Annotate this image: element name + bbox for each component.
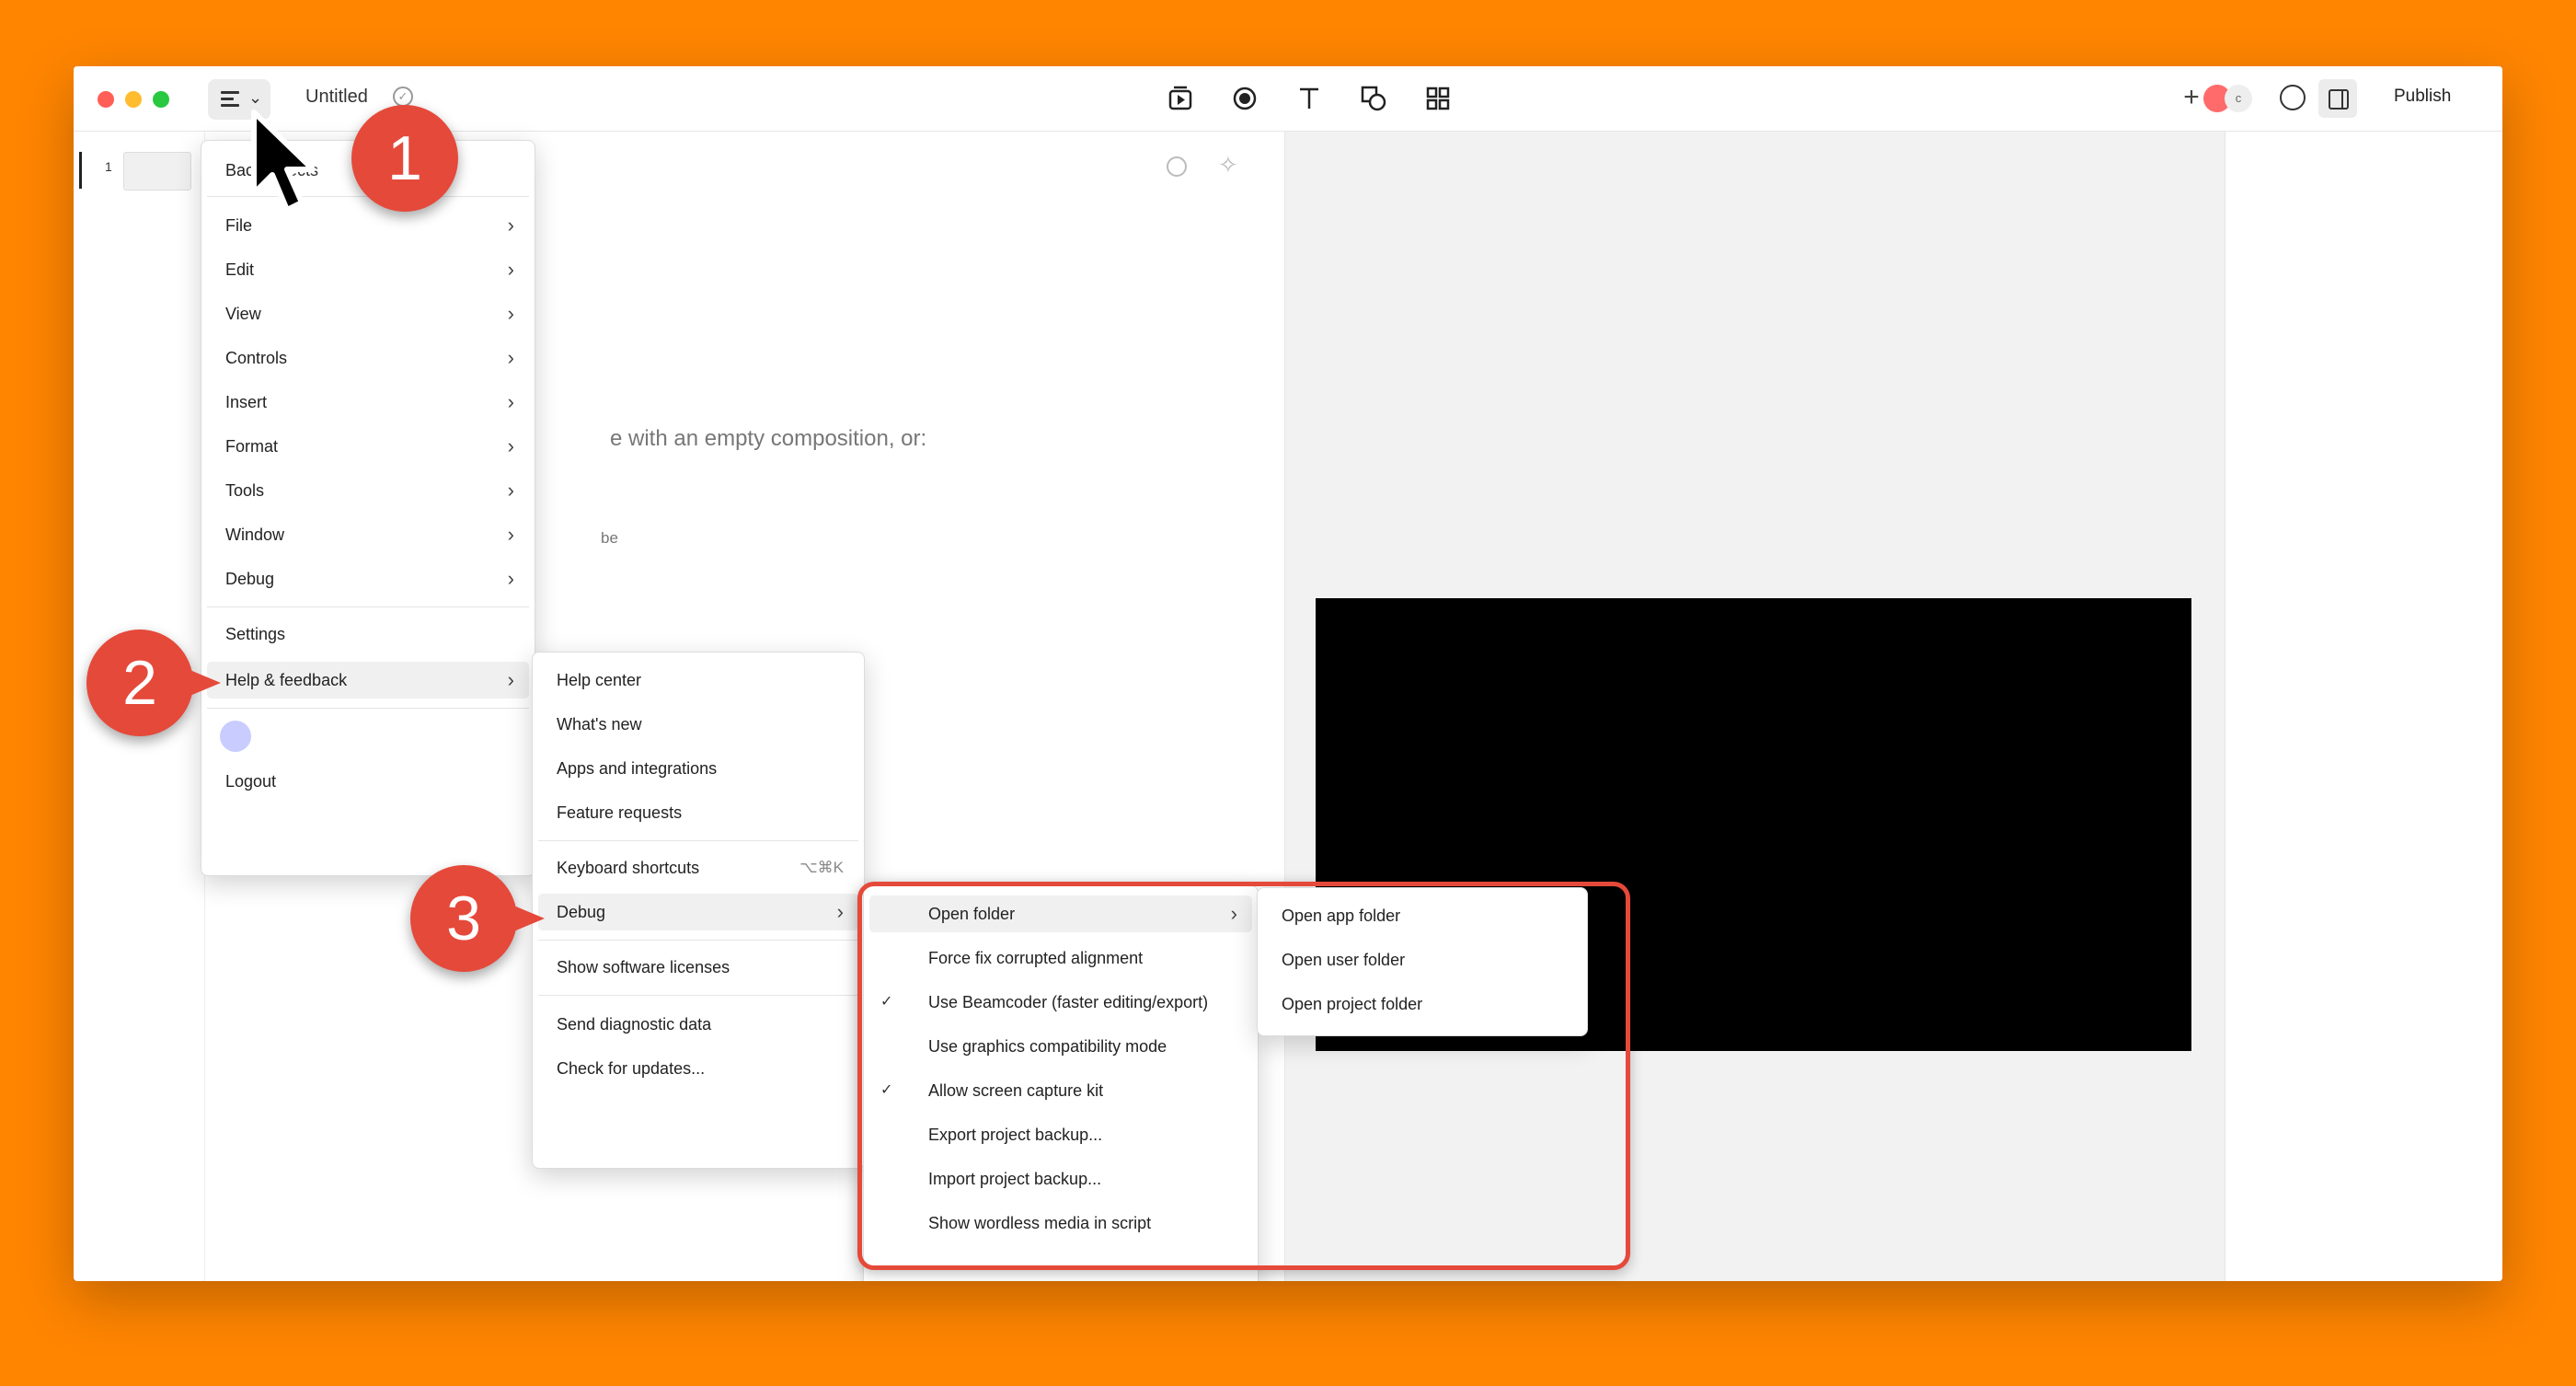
- menu-item-apps-integrations[interactable]: Apps and integrations: [538, 750, 858, 787]
- search-icon[interactable]: [1167, 156, 1187, 177]
- chevron-right-icon: ›: [507, 479, 514, 502]
- menu-item-format[interactable]: Format ›: [207, 428, 529, 465]
- sidebar-toggle-button[interactable]: [2318, 79, 2357, 118]
- step-badge-3: 3: [410, 865, 545, 972]
- main-menu: Backects File› Edit› View› Controls› Ins…: [201, 140, 535, 876]
- chevron-right-icon: ›: [507, 434, 514, 457]
- grid-tool-icon[interactable]: [1422, 83, 1454, 114]
- chevron-right-icon: ›: [507, 214, 514, 237]
- chevron-down-icon: ⌄: [248, 88, 263, 107]
- menu-item-tools[interactable]: Tools ›: [207, 472, 529, 509]
- step-badge-1: 1: [351, 105, 458, 212]
- menu-item-edit[interactable]: Edit ›: [207, 251, 529, 288]
- record-icon[interactable]: [1229, 83, 1260, 114]
- chevron-right-icon: ›: [507, 258, 514, 281]
- menu-icon: [221, 91, 239, 108]
- menu-item-logout[interactable]: Logout: [207, 763, 529, 800]
- record-scene-icon[interactable]: [1165, 83, 1196, 114]
- menu-item-insert[interactable]: Insert ›: [207, 384, 529, 421]
- menu-item-debug[interactable]: Debug ›: [207, 560, 529, 597]
- panel-icon: [2329, 89, 2349, 110]
- empty-state-text: e with an empty composition, or:: [610, 426, 927, 451]
- scene-selection-indicator: [79, 152, 82, 189]
- text-tool-icon[interactable]: [1294, 83, 1325, 114]
- saved-check-icon: ✓: [393, 87, 413, 107]
- document-title[interactable]: Untitled: [305, 87, 368, 108]
- chevron-right-icon: ›: [507, 523, 514, 546]
- comment-icon[interactable]: [2280, 85, 2306, 110]
- chevron-right-icon: ›: [507, 346, 514, 369]
- user-avatar: [220, 721, 251, 752]
- menu-item-help-debug[interactable]: Debug ›: [538, 894, 858, 930]
- shortcut-label: ⌥⌘K: [799, 859, 844, 876]
- chevron-right-icon: ›: [507, 302, 514, 325]
- mouse-cursor-icon: [251, 110, 316, 213]
- minimize-window-button[interactable]: [125, 91, 142, 108]
- chevron-right-icon: ›: [836, 900, 844, 923]
- scene-thumbnail[interactable]: [123, 152, 191, 191]
- chevron-right-icon: ›: [507, 390, 514, 413]
- step-badge-2: 2: [86, 629, 221, 736]
- maximize-window-button[interactable]: [153, 91, 169, 108]
- menu-item-help-feedback[interactable]: Help & feedback ›: [207, 662, 529, 699]
- properties-panel: [2225, 132, 2502, 1281]
- shapes-tool-icon[interactable]: [1358, 83, 1389, 114]
- empty-state-option[interactable]: be: [601, 529, 618, 548]
- close-window-button[interactable]: [98, 91, 114, 108]
- collaborator-avatar[interactable]: c: [2225, 85, 2252, 112]
- menu-item-window[interactable]: Window ›: [207, 516, 529, 553]
- menu-item-keyboard-shortcuts[interactable]: Keyboard shortcuts ⌥⌘K: [538, 849, 858, 886]
- chevron-right-icon: ›: [507, 567, 514, 590]
- menu-item-software-licenses[interactable]: Show software licenses: [538, 949, 858, 986]
- menu-item-feature-requests[interactable]: Feature requests: [538, 794, 858, 831]
- menu-item-send-diagnostic[interactable]: Send diagnostic data: [538, 1006, 858, 1043]
- sparkle-icon[interactable]: ✧: [1218, 151, 1238, 179]
- menu-item-check-updates[interactable]: Check for updates...: [538, 1050, 858, 1087]
- help-submenu: Help center What's new Apps and integrat…: [532, 652, 865, 1169]
- menu-item-view[interactable]: View ›: [207, 295, 529, 332]
- scene-number: 1: [105, 159, 112, 174]
- menu-item-help-center[interactable]: Help center: [538, 662, 858, 699]
- menu-item-controls[interactable]: Controls ›: [207, 340, 529, 376]
- menu-item-settings[interactable]: Settings: [207, 616, 529, 653]
- menu-item-whats-new[interactable]: What's new: [538, 706, 858, 743]
- debug-highlight-box: [857, 882, 1630, 1270]
- publish-button[interactable]: Publish: [2394, 87, 2451, 107]
- chevron-right-icon: ›: [507, 668, 514, 691]
